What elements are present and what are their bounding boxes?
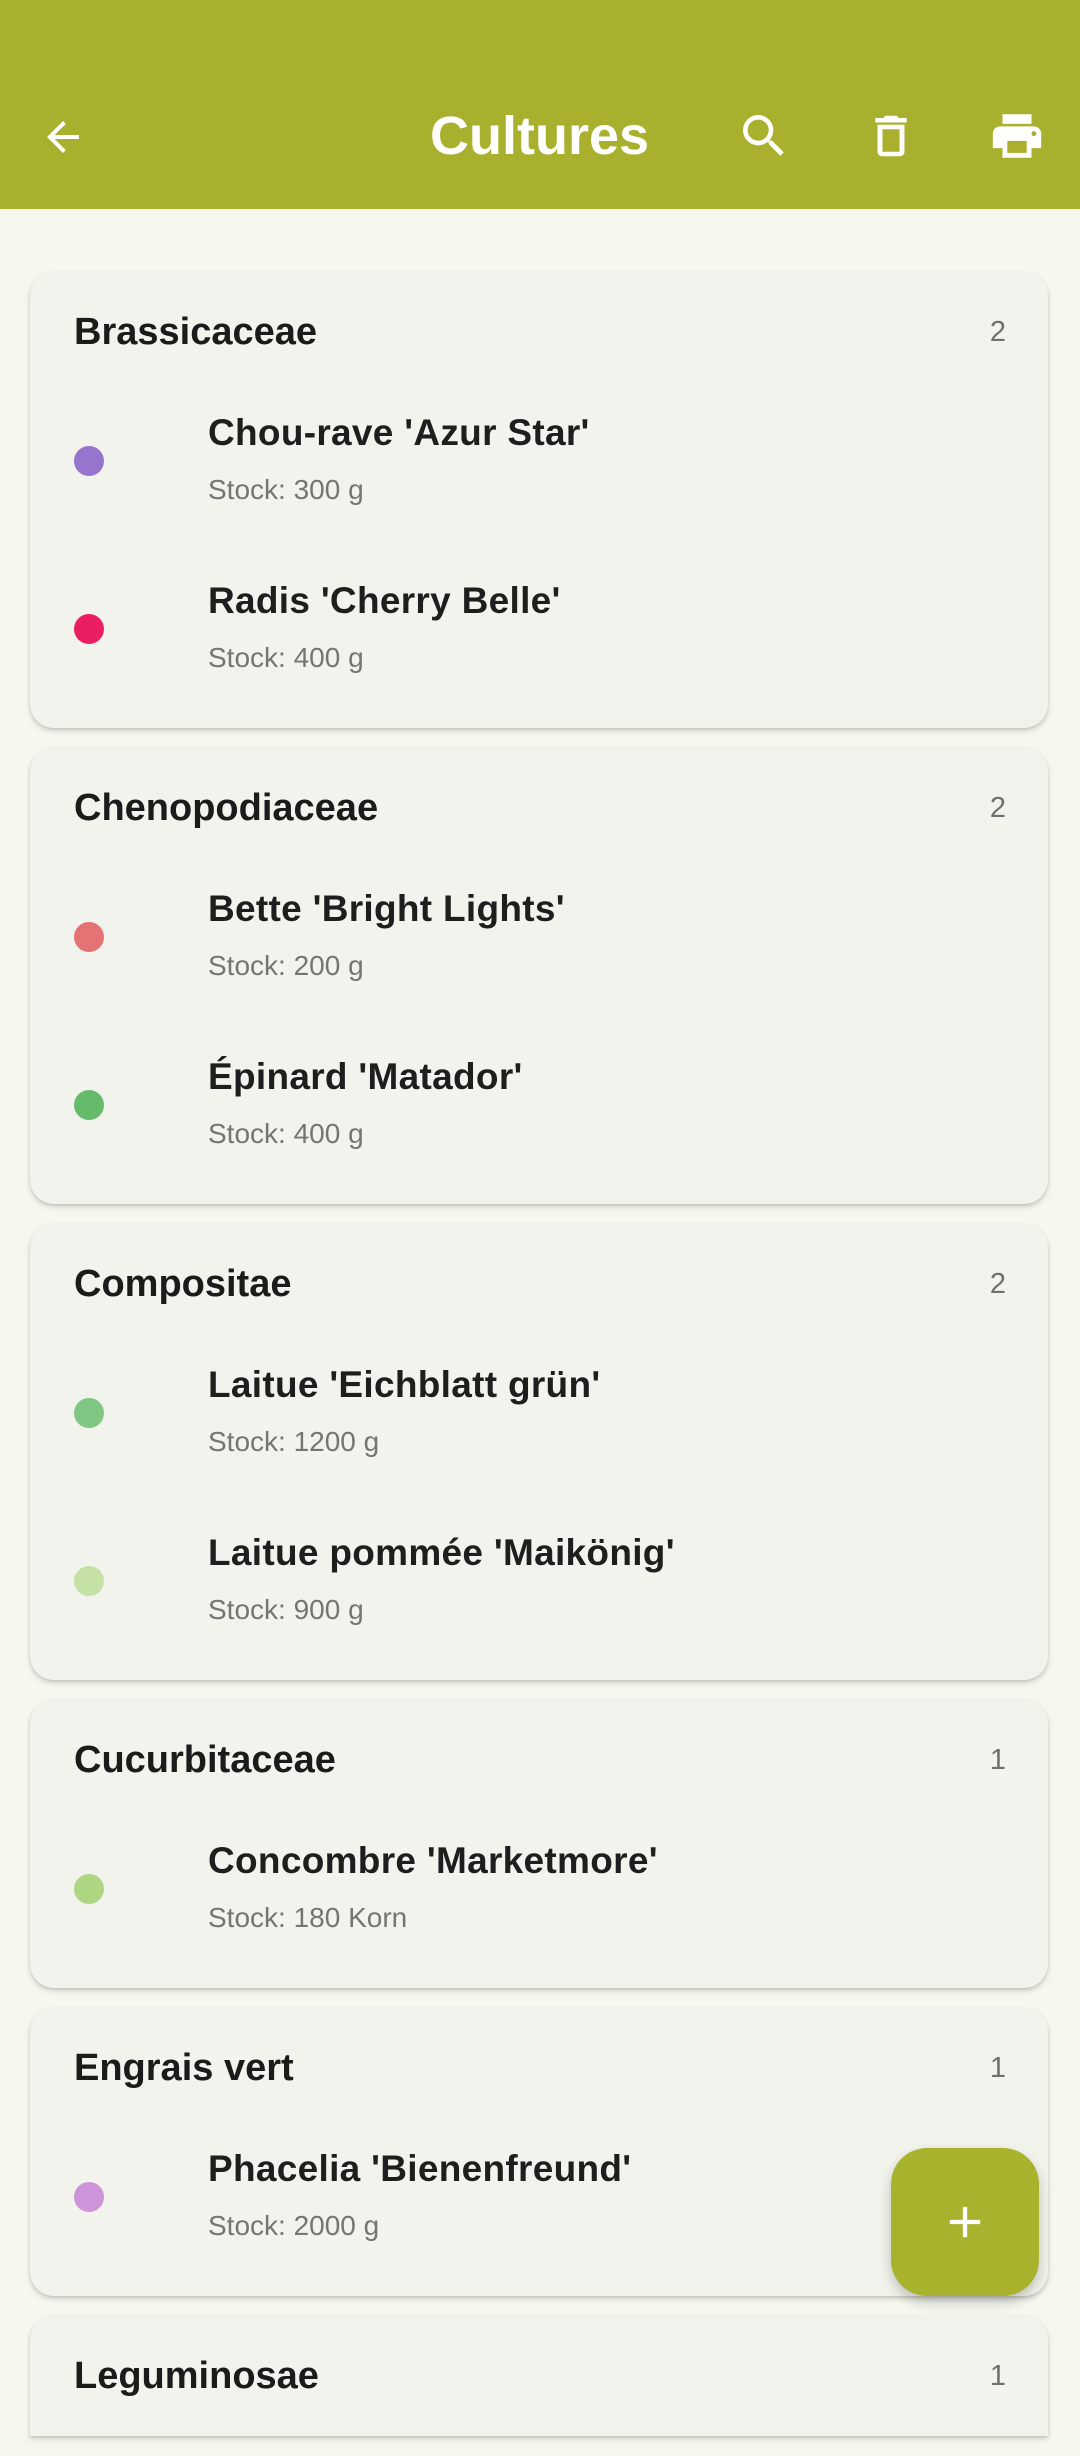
group-header: Brassicaceae 2 (74, 272, 1006, 392)
culture-list: Brassicaceae 2 Chou-rave 'Azur Star' Stock:… (30, 272, 1048, 2456)
color-dot (74, 1090, 104, 1120)
print-icon (992, 114, 1042, 158)
group-count: 1 (989, 2359, 1006, 2392)
group-card: Compositae 2 Laitue 'Eichblatt grün' Stock:… (30, 1224, 1048, 1680)
item-name: Phacelia 'Bienenfreund' (208, 2148, 632, 2189)
item-stock: Stock: 300 g (208, 474, 364, 505)
group-name: Compositae (74, 1262, 292, 1305)
list-item[interactable]: Laitue 'Eichblatt grün' Stock: 1200 g (74, 1344, 1006, 1512)
delete-button[interactable] (855, 100, 927, 172)
delete-icon (875, 115, 907, 157)
page-title: Cultures (430, 106, 650, 166)
item-stock: Stock: 400 g (208, 642, 364, 673)
group-count: 2 (989, 791, 1006, 824)
item-stock: Stock: 400 g (208, 1118, 364, 1149)
group-count: 2 (989, 315, 1006, 348)
list-item[interactable]: Concombre 'Marketmore' Stock: 180 Korn (74, 1820, 1006, 1988)
group-card: Leguminosae 1 (30, 2316, 1048, 2436)
group-card: Brassicaceae 2 Chou-rave 'Azur Star' Stock:… (30, 272, 1048, 728)
item-name: Radis 'Cherry Belle' (208, 580, 561, 621)
group-header: Compositae 2 (74, 1224, 1006, 1344)
item-name: Concombre 'Marketmore' (208, 1840, 658, 1881)
group-header: Leguminosae 1 (74, 2316, 1006, 2436)
search-button[interactable] (728, 100, 800, 172)
item-name: Épinard 'Matador' (208, 1056, 523, 1097)
item-stock: Stock: 2000 g (208, 2210, 380, 2241)
group-count: 2 (989, 1267, 1006, 1300)
item-stock: Stock: 180 Korn (208, 1902, 408, 1933)
group-count: 1 (989, 2051, 1006, 2084)
item-stock: Stock: 200 g (208, 950, 364, 981)
color-dot (74, 922, 104, 952)
list-item[interactable]: Laitue pommée 'Maikönig' Stock: 900 g (74, 1512, 1006, 1680)
list-item[interactable]: Chou-rave 'Azur Star' Stock: 300 g (74, 392, 1006, 560)
group-header: Cucurbitaceae 1 (74, 1700, 1006, 1820)
item-name: Bette 'Bright Lights' (208, 888, 565, 929)
group-name: Engrais vert (74, 2046, 294, 2089)
group-header: Engrais vert 1 (74, 2008, 1006, 2128)
search-icon (743, 115, 784, 156)
arrow-left-icon (47, 121, 79, 153)
group-name: Leguminosae (74, 2354, 319, 2397)
color-dot (74, 1566, 104, 1596)
list-item[interactable]: Épinard 'Matador' Stock: 400 g (74, 1036, 1006, 1204)
color-dot (74, 614, 104, 644)
item-stock: Stock: 900 g (208, 1594, 364, 1625)
item-name: Laitue 'Eichblatt grün' (208, 1364, 601, 1405)
list-item[interactable]: Phacelia 'Bienenfreund' Stock: 2000 g (74, 2128, 1006, 2296)
back-button[interactable] (28, 102, 98, 172)
group-name: Brassicaceae (74, 310, 317, 353)
group-name: Chenopodiaceae (74, 786, 379, 829)
group-card: Cucurbitaceae 1 Concombre 'Marketmore' Stoc… (30, 1700, 1048, 1988)
color-dot (74, 446, 104, 476)
color-dot (74, 1874, 104, 1904)
color-dot (74, 2182, 104, 2212)
add-button[interactable] (891, 2148, 1039, 2296)
group-header: Chenopodiaceae 2 (74, 748, 1006, 868)
list-item[interactable]: Bette 'Bright Lights' Stock: 200 g (74, 868, 1006, 1036)
print-button[interactable] (981, 100, 1053, 172)
plus-icon (949, 2206, 981, 2238)
group-card: Chenopodiaceae 2 Bette 'Bright Lights' Stoc… (30, 748, 1048, 1204)
item-name: Chou-rave 'Azur Star' (208, 412, 590, 453)
item-name: Laitue pommée 'Maikönig' (208, 1532, 675, 1573)
app-bar: Cultures (0, 0, 1080, 209)
color-dot (74, 1398, 104, 1428)
group-count: 1 (989, 1743, 1006, 1776)
list-item[interactable]: Radis 'Cherry Belle' Stock: 400 g (74, 560, 1006, 728)
item-stock: Stock: 1200 g (208, 1426, 380, 1457)
group-name: Cucurbitaceae (74, 1738, 336, 1781)
